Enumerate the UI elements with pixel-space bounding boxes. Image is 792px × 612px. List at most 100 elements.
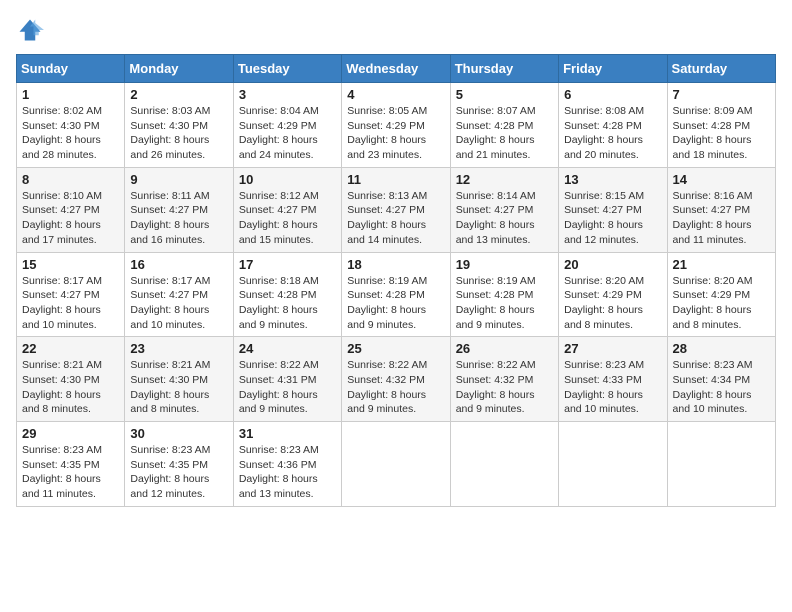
day-cell: 15 Sunrise: 8:17 AMSunset: 4:27 PMDaylig… (17, 252, 125, 337)
day-info: Sunrise: 8:22 AMSunset: 4:32 PMDaylight:… (347, 359, 427, 415)
day-cell: 1 Sunrise: 8:02 AMSunset: 4:30 PMDayligh… (17, 83, 125, 168)
day-number: 16 (130, 257, 227, 272)
day-cell: 25 Sunrise: 8:22 AMSunset: 4:32 PMDaylig… (342, 337, 450, 422)
day-info: Sunrise: 8:20 AMSunset: 4:29 PMDaylight:… (673, 275, 753, 331)
day-cell: 6 Sunrise: 8:08 AMSunset: 4:28 PMDayligh… (559, 83, 667, 168)
day-number: 30 (130, 426, 227, 441)
day-number: 1 (22, 87, 119, 102)
calendar-header-row: SundayMondayTuesdayWednesdayThursdayFrid… (17, 55, 776, 83)
day-cell: 2 Sunrise: 8:03 AMSunset: 4:30 PMDayligh… (125, 83, 233, 168)
day-cell: 16 Sunrise: 8:17 AMSunset: 4:27 PMDaylig… (125, 252, 233, 337)
day-info: Sunrise: 8:08 AMSunset: 4:28 PMDaylight:… (564, 105, 644, 161)
col-header-saturday: Saturday (667, 55, 775, 83)
day-cell: 23 Sunrise: 8:21 AMSunset: 4:30 PMDaylig… (125, 337, 233, 422)
day-info: Sunrise: 8:17 AMSunset: 4:27 PMDaylight:… (22, 275, 102, 331)
day-number: 27 (564, 341, 661, 356)
week-row-4: 22 Sunrise: 8:21 AMSunset: 4:30 PMDaylig… (17, 337, 776, 422)
week-row-3: 15 Sunrise: 8:17 AMSunset: 4:27 PMDaylig… (17, 252, 776, 337)
day-cell: 12 Sunrise: 8:14 AMSunset: 4:27 PMDaylig… (450, 167, 558, 252)
day-info: Sunrise: 8:23 AMSunset: 4:35 PMDaylight:… (130, 444, 210, 500)
day-info: Sunrise: 8:05 AMSunset: 4:29 PMDaylight:… (347, 105, 427, 161)
day-cell: 17 Sunrise: 8:18 AMSunset: 4:28 PMDaylig… (233, 252, 341, 337)
day-info: Sunrise: 8:12 AMSunset: 4:27 PMDaylight:… (239, 190, 319, 246)
day-info: Sunrise: 8:14 AMSunset: 4:27 PMDaylight:… (456, 190, 536, 246)
logo-icon (16, 16, 44, 44)
day-info: Sunrise: 8:22 AMSunset: 4:31 PMDaylight:… (239, 359, 319, 415)
day-number: 21 (673, 257, 770, 272)
day-cell: 31 Sunrise: 8:23 AMSunset: 4:36 PMDaylig… (233, 422, 341, 507)
day-cell: 24 Sunrise: 8:22 AMSunset: 4:31 PMDaylig… (233, 337, 341, 422)
day-cell: 13 Sunrise: 8:15 AMSunset: 4:27 PMDaylig… (559, 167, 667, 252)
day-number: 2 (130, 87, 227, 102)
day-info: Sunrise: 8:21 AMSunset: 4:30 PMDaylight:… (130, 359, 210, 415)
day-number: 9 (130, 172, 227, 187)
day-info: Sunrise: 8:23 AMSunset: 4:34 PMDaylight:… (673, 359, 753, 415)
day-info: Sunrise: 8:02 AMSunset: 4:30 PMDaylight:… (22, 105, 102, 161)
day-info: Sunrise: 8:17 AMSunset: 4:27 PMDaylight:… (130, 275, 210, 331)
day-number: 10 (239, 172, 336, 187)
day-info: Sunrise: 8:22 AMSunset: 4:32 PMDaylight:… (456, 359, 536, 415)
day-number: 7 (673, 87, 770, 102)
day-cell: 18 Sunrise: 8:19 AMSunset: 4:28 PMDaylig… (342, 252, 450, 337)
day-cell (559, 422, 667, 507)
day-number: 25 (347, 341, 444, 356)
day-number: 8 (22, 172, 119, 187)
day-number: 24 (239, 341, 336, 356)
day-info: Sunrise: 8:09 AMSunset: 4:28 PMDaylight:… (673, 105, 753, 161)
day-cell: 27 Sunrise: 8:23 AMSunset: 4:33 PMDaylig… (559, 337, 667, 422)
day-info: Sunrise: 8:19 AMSunset: 4:28 PMDaylight:… (456, 275, 536, 331)
day-cell: 7 Sunrise: 8:09 AMSunset: 4:28 PMDayligh… (667, 83, 775, 168)
day-info: Sunrise: 8:18 AMSunset: 4:28 PMDaylight:… (239, 275, 319, 331)
day-number: 26 (456, 341, 553, 356)
day-info: Sunrise: 8:03 AMSunset: 4:30 PMDaylight:… (130, 105, 210, 161)
day-cell (342, 422, 450, 507)
day-info: Sunrise: 8:16 AMSunset: 4:27 PMDaylight:… (673, 190, 753, 246)
day-cell (667, 422, 775, 507)
col-header-wednesday: Wednesday (342, 55, 450, 83)
week-row-5: 29 Sunrise: 8:23 AMSunset: 4:35 PMDaylig… (17, 422, 776, 507)
day-number: 17 (239, 257, 336, 272)
day-number: 23 (130, 341, 227, 356)
col-header-friday: Friday (559, 55, 667, 83)
day-number: 4 (347, 87, 444, 102)
day-info: Sunrise: 8:11 AMSunset: 4:27 PMDaylight:… (130, 190, 209, 246)
week-row-1: 1 Sunrise: 8:02 AMSunset: 4:30 PMDayligh… (17, 83, 776, 168)
col-header-sunday: Sunday (17, 55, 125, 83)
day-cell: 9 Sunrise: 8:11 AMSunset: 4:27 PMDayligh… (125, 167, 233, 252)
day-number: 3 (239, 87, 336, 102)
day-cell: 10 Sunrise: 8:12 AMSunset: 4:27 PMDaylig… (233, 167, 341, 252)
day-info: Sunrise: 8:21 AMSunset: 4:30 PMDaylight:… (22, 359, 102, 415)
day-number: 12 (456, 172, 553, 187)
day-number: 28 (673, 341, 770, 356)
day-cell: 19 Sunrise: 8:19 AMSunset: 4:28 PMDaylig… (450, 252, 558, 337)
day-cell: 28 Sunrise: 8:23 AMSunset: 4:34 PMDaylig… (667, 337, 775, 422)
day-cell: 30 Sunrise: 8:23 AMSunset: 4:35 PMDaylig… (125, 422, 233, 507)
day-cell: 3 Sunrise: 8:04 AMSunset: 4:29 PMDayligh… (233, 83, 341, 168)
col-header-tuesday: Tuesday (233, 55, 341, 83)
day-number: 22 (22, 341, 119, 356)
day-number: 19 (456, 257, 553, 272)
day-info: Sunrise: 8:20 AMSunset: 4:29 PMDaylight:… (564, 275, 644, 331)
day-number: 11 (347, 172, 444, 187)
day-cell: 14 Sunrise: 8:16 AMSunset: 4:27 PMDaylig… (667, 167, 775, 252)
day-info: Sunrise: 8:07 AMSunset: 4:28 PMDaylight:… (456, 105, 536, 161)
day-number: 13 (564, 172, 661, 187)
day-number: 31 (239, 426, 336, 441)
day-cell: 4 Sunrise: 8:05 AMSunset: 4:29 PMDayligh… (342, 83, 450, 168)
day-info: Sunrise: 8:23 AMSunset: 4:35 PMDaylight:… (22, 444, 102, 500)
day-cell: 21 Sunrise: 8:20 AMSunset: 4:29 PMDaylig… (667, 252, 775, 337)
day-cell: 22 Sunrise: 8:21 AMSunset: 4:30 PMDaylig… (17, 337, 125, 422)
col-header-monday: Monday (125, 55, 233, 83)
day-cell: 5 Sunrise: 8:07 AMSunset: 4:28 PMDayligh… (450, 83, 558, 168)
day-info: Sunrise: 8:10 AMSunset: 4:27 PMDaylight:… (22, 190, 102, 246)
calendar: SundayMondayTuesdayWednesdayThursdayFrid… (16, 54, 776, 507)
header (16, 16, 776, 44)
logo (16, 16, 48, 44)
day-cell (450, 422, 558, 507)
col-header-thursday: Thursday (450, 55, 558, 83)
day-number: 14 (673, 172, 770, 187)
day-number: 18 (347, 257, 444, 272)
day-info: Sunrise: 8:23 AMSunset: 4:36 PMDaylight:… (239, 444, 319, 500)
day-cell: 26 Sunrise: 8:22 AMSunset: 4:32 PMDaylig… (450, 337, 558, 422)
day-info: Sunrise: 8:19 AMSunset: 4:28 PMDaylight:… (347, 275, 427, 331)
